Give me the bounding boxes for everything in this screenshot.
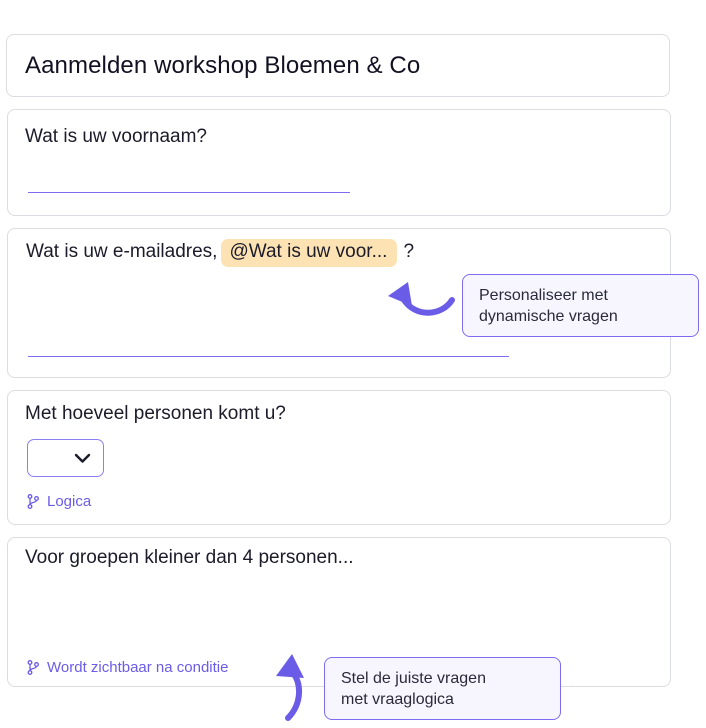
chevron-down-icon <box>74 453 91 463</box>
question-label: Wat is uw e-mailadres, @Wat is uw voor...… <box>26 239 414 267</box>
tooltip-line: dynamische vragen <box>479 308 618 325</box>
condition-link-label: Wordt zichtbaar na conditie <box>47 659 229 676</box>
tooltip-line: Personaliseer met <box>479 287 608 304</box>
question-label: Met hoeveel personen komt u? <box>25 403 286 424</box>
branch-icon <box>27 660 39 675</box>
branch-icon <box>27 494 39 509</box>
question-card-first-name: Wat is uw voornaam? <box>7 109 671 216</box>
question-label: Voor groepen kleiner dan 4 personen... <box>25 547 354 568</box>
dynamic-question-pill[interactable]: @Wat is uw voor... <box>221 239 398 267</box>
form-title-card: Aanmelden workshop Bloemen & Co <box>6 34 670 97</box>
form-title: Aanmelden workshop Bloemen & Co <box>25 52 421 79</box>
curved-arrow-icon <box>388 282 455 316</box>
logic-link-label: Logica <box>47 493 92 510</box>
email-input[interactable] <box>28 356 509 357</box>
persons-select[interactable] <box>27 439 104 477</box>
tooltip-personalize: Personaliseer met dynamische vragen <box>462 274 699 337</box>
tooltip-logic: Stel de juiste vragen met vraaglogica <box>324 657 561 720</box>
question-label-suffix: ? <box>403 241 415 262</box>
question-card-persons: Met hoeveel personen komt u? Logica <box>7 390 671 525</box>
logic-link[interactable]: Logica <box>27 493 91 510</box>
first-name-input[interactable] <box>28 192 350 193</box>
condition-link[interactable]: Wordt zichtbaar na conditie <box>27 659 229 676</box>
tooltip-line: Stel de juiste vragen <box>341 670 486 687</box>
tooltip-line: met vraaglogica <box>341 691 454 708</box>
question-label: Wat is uw voornaam? <box>25 126 207 147</box>
question-label-prefix: Wat is uw e-mailadres, <box>26 241 218 262</box>
curved-arrow-icon <box>276 654 304 721</box>
